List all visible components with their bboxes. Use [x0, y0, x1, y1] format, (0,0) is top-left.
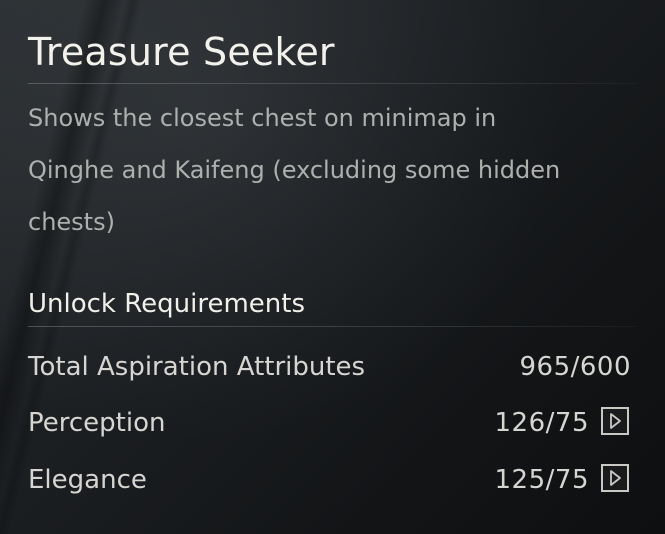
perception-goto-button[interactable]	[601, 407, 629, 435]
title-divider	[28, 83, 636, 84]
arrow-right-icon	[610, 470, 621, 486]
arrow-right-icon	[610, 413, 621, 429]
requirements-divider	[28, 326, 636, 327]
requirement-value: 965/600	[519, 352, 631, 382]
skill-description: Shows the closest chest on minimap in Qi…	[28, 92, 628, 248]
unlock-requirements-heading: Unlock Requirements	[28, 289, 306, 319]
requirement-value: 126/75	[494, 408, 589, 438]
skill-tooltip-panel: Treasure Seeker Shows the closest chest …	[0, 0, 665, 534]
description-line: chests)	[28, 208, 115, 236]
requirement-label: Perception	[28, 408, 166, 438]
requirement-label: Elegance	[28, 465, 147, 495]
requirement-label: Total Aspiration Attributes	[28, 352, 366, 382]
skill-title: Treasure Seeker	[28, 30, 335, 74]
requirement-row-perception: Perception 126/75	[28, 403, 631, 443]
background-shadow-streak	[0, 0, 151, 534]
background-shadow-streak	[0, 0, 132, 534]
elegance-goto-button[interactable]	[601, 464, 629, 492]
description-line: Shows the closest chest on minimap in	[28, 104, 497, 132]
requirement-row-total-aspiration: Total Aspiration Attributes 965/600	[28, 347, 631, 387]
requirement-row-elegance: Elegance 125/75	[28, 460, 631, 500]
description-line: Qinghe and Kaifeng (excluding some hidde…	[28, 156, 561, 184]
requirement-value: 125/75	[494, 465, 589, 495]
